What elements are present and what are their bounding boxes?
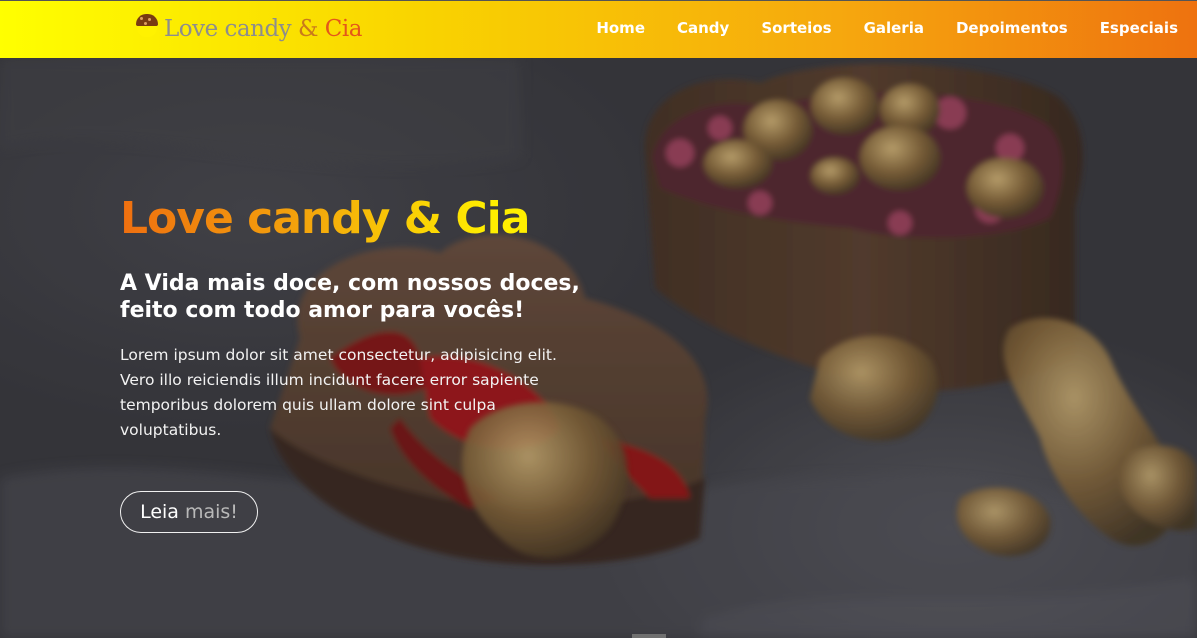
read-more-label-word1: Leia (140, 501, 179, 523)
top-navbar: Love candy & Cia Home Candy Sorteios Gal… (0, 0, 1197, 58)
scroll-indicator (632, 634, 666, 638)
candy-icon (136, 14, 158, 38)
hero-title: Love candy & Cia (120, 193, 530, 244)
hero-section: Love candy & Cia A Vida mais doce, com n… (0, 58, 1197, 638)
nav-link-especiais[interactable]: Especiais (1100, 19, 1178, 37)
brand-logo[interactable]: Love candy & Cia (136, 14, 362, 44)
nav-link-galeria[interactable]: Galeria (864, 19, 924, 37)
nav-link-home[interactable]: Home (596, 19, 645, 37)
nav-link-candy[interactable]: Candy (677, 19, 729, 37)
brand-name: Love candy & Cia (164, 16, 362, 42)
nav-link-sorteios[interactable]: Sorteios (761, 19, 831, 37)
hero-description: Lorem ipsum dolor sit amet consectetur, … (120, 346, 557, 439)
read-more-button[interactable]: Leia mais! (120, 491, 258, 533)
main-nav: Home Candy Sorteios Galeria Depoimentos … (564, 19, 1178, 37)
hero-subtitle: A Vida mais doce, com nossos doces, feit… (120, 271, 580, 323)
nav-link-depoimentos[interactable]: Depoimentos (956, 19, 1068, 37)
read-more-label-word2: mais! (184, 501, 238, 523)
